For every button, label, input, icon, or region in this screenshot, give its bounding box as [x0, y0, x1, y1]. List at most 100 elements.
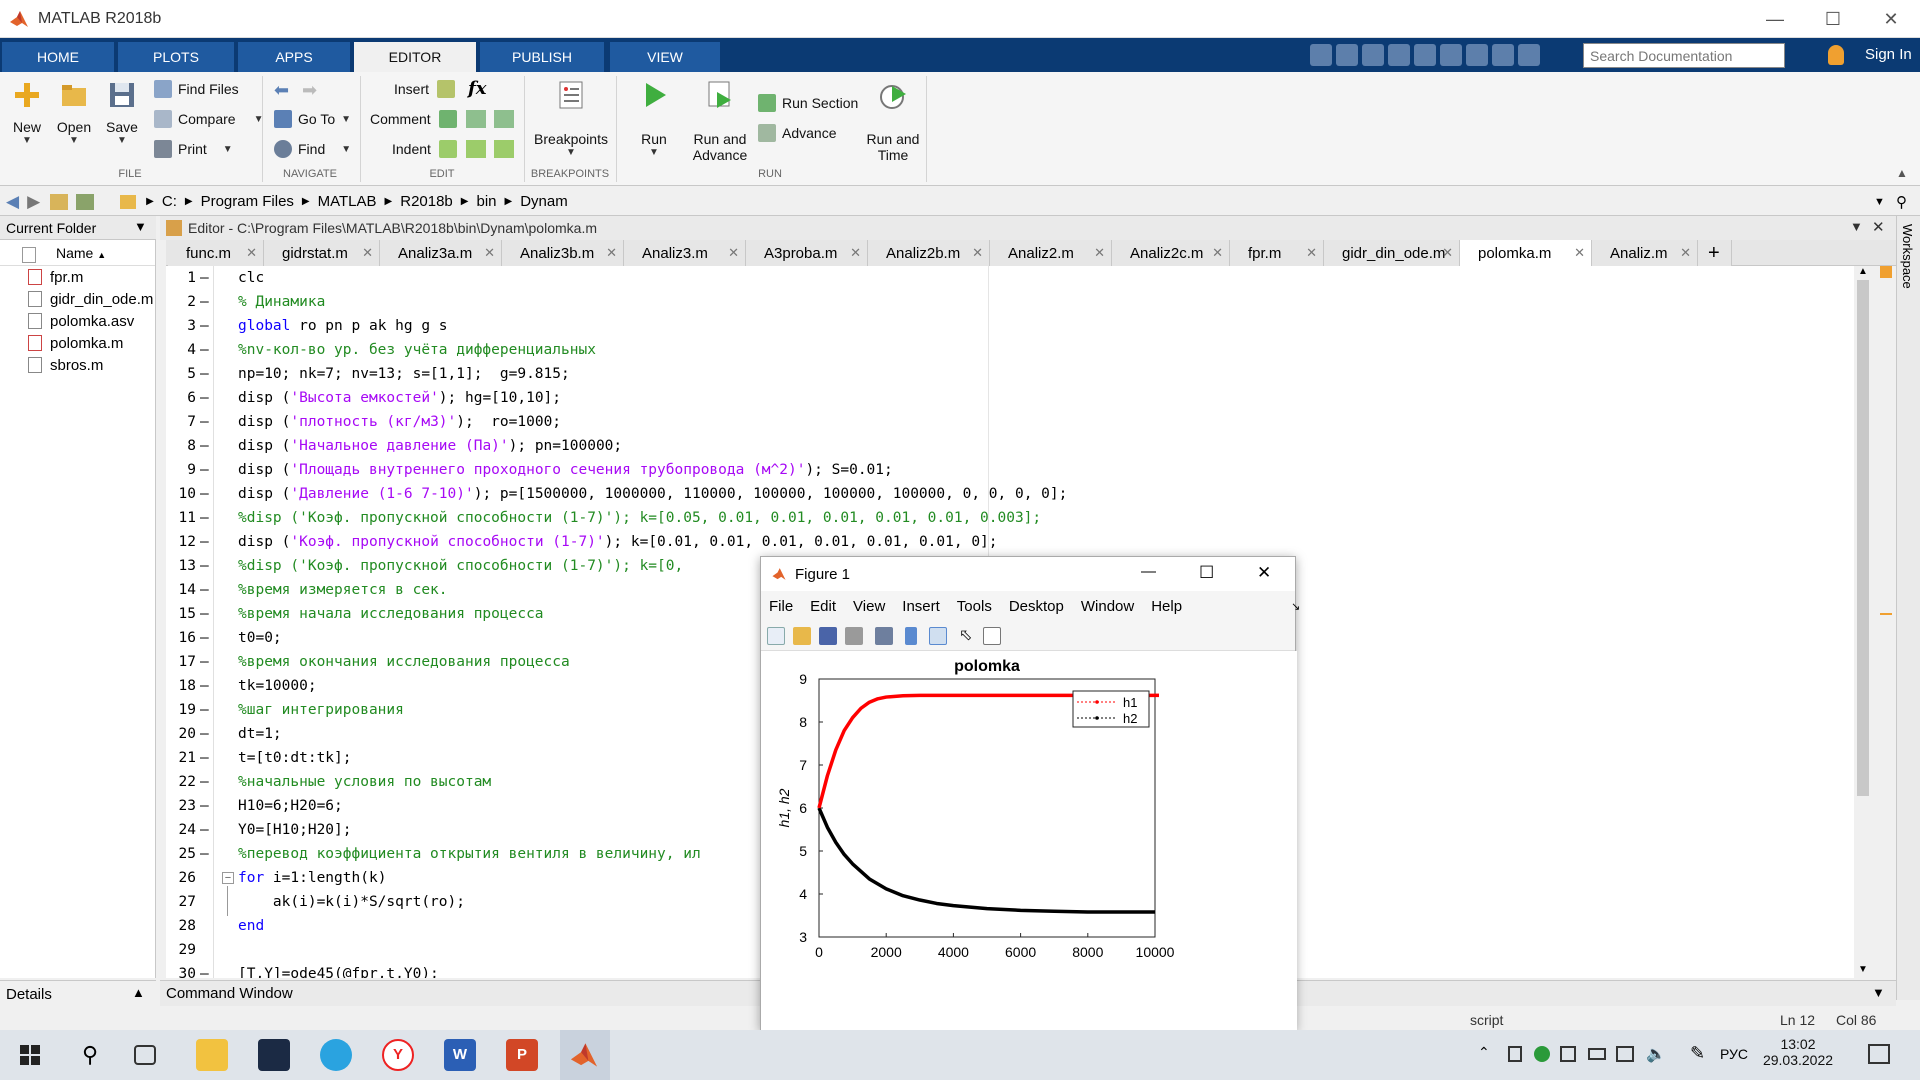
line-number[interactable]: 23 — [166, 798, 196, 814]
close-tab-icon[interactable]: ✕ — [246, 245, 257, 261]
search-icon[interactable]: ⚲ — [1768, 46, 1779, 64]
line-number[interactable]: 29 — [166, 942, 196, 958]
switch-windows-icon[interactable] — [1466, 44, 1488, 66]
back-arrow-icon[interactable]: ⬅ — [274, 80, 289, 101]
undo-quick-icon[interactable] — [1414, 44, 1436, 66]
matlab-taskbar-icon[interactable] — [568, 1039, 600, 1071]
run-button[interactable]: Run ▼ — [632, 80, 676, 158]
close-editor-icon[interactable]: ✕ — [1872, 218, 1885, 236]
close-icon[interactable]: ✕ — [1862, 0, 1920, 38]
search-icon[interactable]: ⚲ — [74, 1039, 106, 1071]
breadcrumb-program-files[interactable]: Program Files — [201, 193, 294, 210]
code-line[interactable]: disp ('Коэф. пропускной способности (1-7… — [238, 534, 998, 550]
notification-bell-icon[interactable] — [1828, 45, 1844, 65]
word-icon[interactable]: W — [444, 1039, 476, 1071]
line-number[interactable]: 17 — [166, 654, 196, 670]
file-tab[interactable]: polomka.m ✕ — [1460, 240, 1592, 266]
warning-indicator-icon[interactable] — [1880, 266, 1892, 278]
code-line[interactable]: np=10; nk=7; nv=13; s=[1,1]; g=9.815; — [238, 366, 570, 382]
code-line[interactable]: %начальные условия по высотам — [238, 774, 491, 790]
file-tab[interactable]: Analiz3b.m ✕ — [502, 240, 624, 266]
run-and-advance-button[interactable]: Run and Advance — [690, 80, 750, 163]
line-number[interactable]: 10 — [166, 486, 196, 502]
fx-button[interactable]: fx — [468, 78, 486, 99]
menu-tools[interactable]: Tools — [957, 598, 992, 615]
wifi-monitor-icon[interactable] — [1616, 1046, 1634, 1062]
line-number[interactable]: 21 — [166, 750, 196, 766]
run-and-time-button[interactable]: Run and Time — [864, 80, 922, 163]
line-number[interactable]: 11 — [166, 510, 196, 526]
code-line[interactable]: disp ('Высота емкостей'); hg=[10,10]; — [238, 390, 561, 406]
close-tab-icon[interactable]: ✕ — [728, 245, 739, 261]
scroll-down-icon[interactable]: ▼ — [1858, 964, 1868, 975]
system-clock[interactable]: 13:02 29.03.2022 — [1758, 1036, 1838, 1068]
code-line[interactable]: end — [238, 918, 264, 934]
breakpoint-dash[interactable]: — — [200, 966, 209, 978]
close-icon[interactable]: ✕ — [1257, 563, 1271, 583]
breakpoint-dash[interactable]: — — [200, 534, 209, 550]
open-button[interactable]: Open ▼ — [56, 80, 92, 146]
breakpoint-dash[interactable]: — — [200, 846, 209, 862]
new-figure-icon[interactable] — [767, 627, 785, 645]
line-number[interactable]: 12 — [166, 534, 196, 550]
line-number[interactable]: 18 — [166, 678, 196, 694]
code-line[interactable]: H10=6;H20=6; — [238, 798, 343, 814]
code-line[interactable]: %disp ('Коэф. пропускной способности (1-… — [238, 510, 1041, 526]
line-number[interactable]: 4 — [166, 342, 196, 358]
tab-publish[interactable]: PUBLISH — [480, 42, 604, 72]
minimize-icon[interactable]: — — [1141, 563, 1156, 580]
breakpoint-dash[interactable]: — — [200, 678, 209, 694]
close-tab-icon[interactable]: ✕ — [1442, 245, 1453, 261]
maximize-icon[interactable]: ☐ — [1804, 0, 1862, 38]
plot-area[interactable]: polomka 0 2000 4000 6000 8000 10000 3 4 5 6 7 8 9 h1, … — [761, 651, 1297, 1031]
code-line[interactable]: %время окончания исследования процесса — [238, 654, 570, 670]
breakpoint-dash[interactable]: — — [200, 486, 209, 502]
breakpoint-dash[interactable]: — — [200, 798, 209, 814]
breakpoint-dash[interactable]: — — [200, 606, 209, 622]
notifications-icon[interactable] — [1868, 1044, 1890, 1064]
code-line[interactable]: %перевод коэффициента открытия вентиля в… — [238, 846, 701, 862]
scroll-up-icon[interactable]: ▲ — [1858, 266, 1868, 277]
line-number[interactable]: 14 — [166, 582, 196, 598]
decrease-indent-icon[interactable] — [494, 140, 514, 158]
breadcrumb-r2018b[interactable]: R2018b — [400, 193, 453, 210]
line-number[interactable]: 22 — [166, 774, 196, 790]
file-tab[interactable]: Analiz2.m ✕ — [990, 240, 1112, 266]
file-tab[interactable]: Analiz2b.m ✕ — [868, 240, 990, 266]
line-number[interactable]: 13 — [166, 558, 196, 574]
code-line[interactable]: [T,Y]=ode45(@fpr,t,Y0); — [238, 966, 439, 978]
tab-editor[interactable]: EDITOR — [354, 42, 476, 72]
breakpoint-dash[interactable]: — — [200, 318, 209, 334]
close-tab-icon[interactable]: ✕ — [1306, 245, 1317, 261]
details-panel-header[interactable]: Details ▲ — [0, 980, 156, 1008]
language-indicator[interactable]: РУС — [1720, 1046, 1748, 1062]
breakpoint-dash[interactable]: — — [200, 558, 209, 574]
new-button[interactable]: New ▼ — [10, 80, 44, 146]
yandex-browser-icon[interactable]: Y — [382, 1039, 414, 1071]
file-tab[interactable]: Analiz.m ✕ — [1592, 240, 1698, 266]
breakpoint-dash[interactable]: — — [200, 438, 209, 454]
breakpoint-dash[interactable]: — — [200, 342, 209, 358]
line-number[interactable]: 30 — [166, 966, 196, 978]
tray-device-icon[interactable] — [1508, 1046, 1522, 1062]
search-documentation-input[interactable]: Search Documentation — [1583, 43, 1785, 68]
increase-indent-icon[interactable] — [466, 140, 486, 158]
save-quick-icon[interactable] — [1310, 44, 1332, 66]
code-line[interactable]: disp ('Начальное давление (Па)'); pn=100… — [238, 438, 622, 454]
menu-desktop[interactable]: Desktop — [1009, 598, 1064, 615]
panel-menu-icon[interactable]: ▼ — [1872, 985, 1885, 1000]
breakpoint-dash[interactable]: — — [200, 630, 209, 646]
windows-start-icon[interactable] — [14, 1039, 46, 1071]
line-number[interactable]: 1 — [166, 270, 196, 286]
workspace-side-tab[interactable]: Workspace — [1896, 216, 1920, 1000]
file-item[interactable]: fpr.m — [0, 266, 155, 288]
tray-network-icon[interactable] — [1560, 1046, 1576, 1062]
code-line[interactable]: % Динамика — [238, 294, 325, 310]
line-number[interactable]: 15 — [166, 606, 196, 622]
code-line[interactable]: %disp ('Коэф. пропускной способности (1-… — [238, 558, 683, 574]
save-figure-icon[interactable] — [819, 627, 837, 645]
breakpoint-dash[interactable]: — — [200, 774, 209, 790]
up-folder-icon[interactable] — [50, 193, 69, 210]
save-button[interactable]: Save ▼ — [104, 80, 140, 146]
chevron-down-icon[interactable]: ▼ — [1874, 196, 1885, 208]
